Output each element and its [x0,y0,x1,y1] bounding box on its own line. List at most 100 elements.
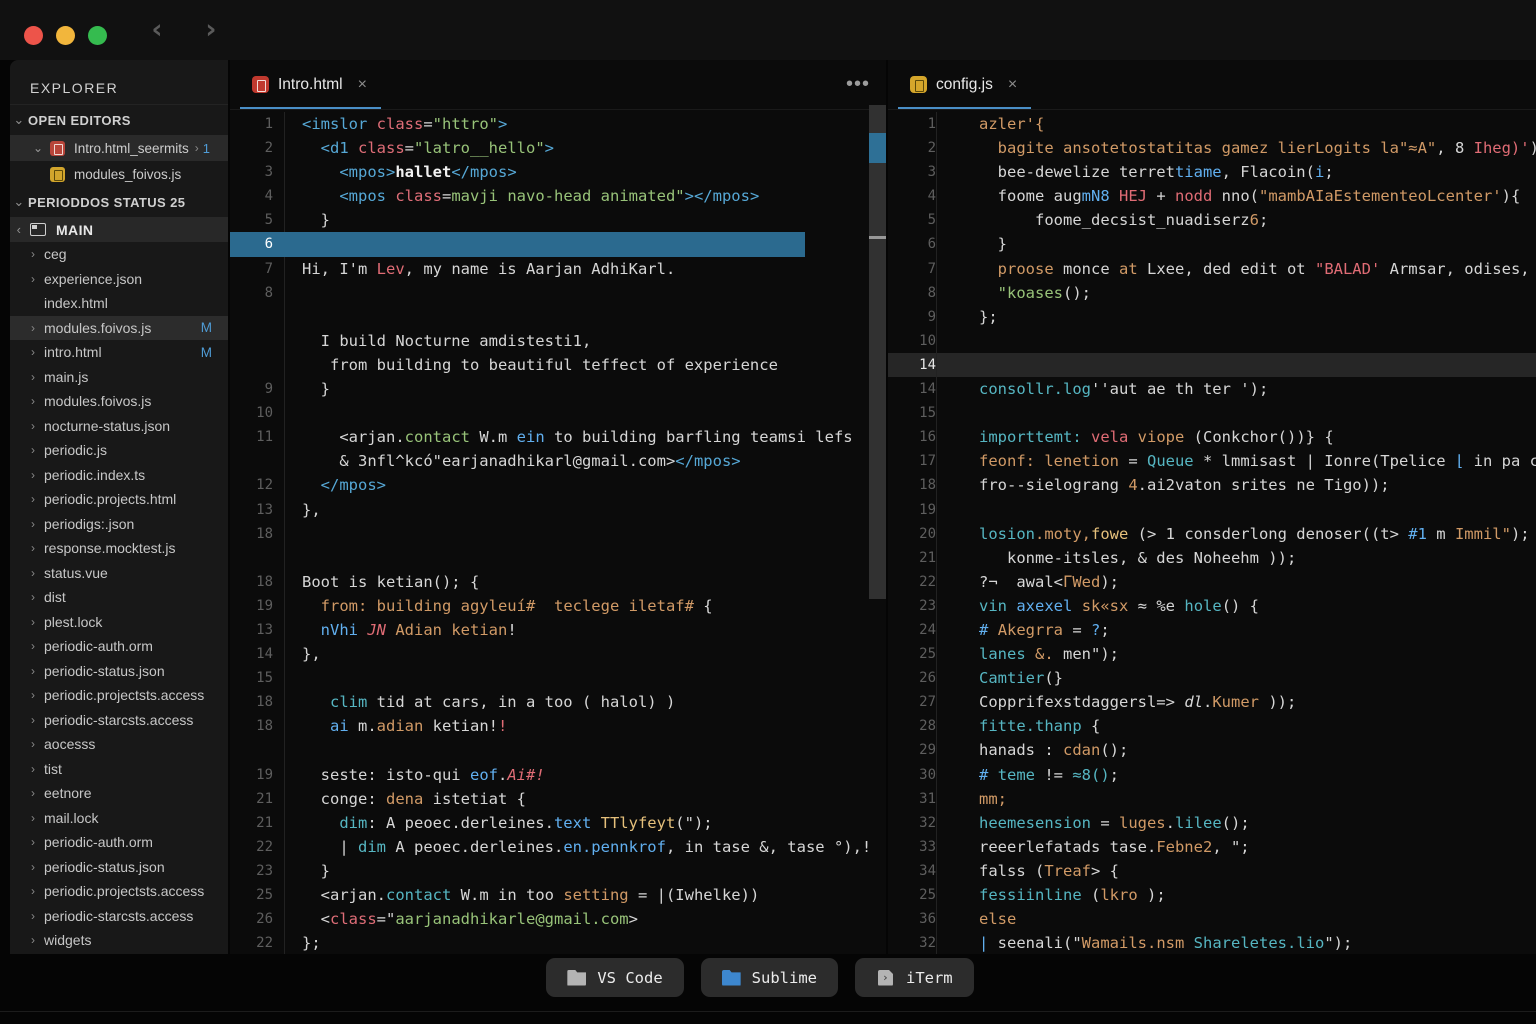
code-line[interactable]: 9 } [230,377,886,401]
file-tree-item[interactable]: ›periodic.index.ts [10,463,228,488]
file-tree-item[interactable]: ›modules.foivos.js [10,389,228,414]
file-tree-item[interactable]: ›mail.lock [10,806,228,831]
code-line[interactable]: 21 conge: dena istetiat { [230,787,886,811]
file-tree-item[interactable]: ›periodic-status.json [10,659,228,684]
code-line[interactable]: 31mm; [888,787,1536,811]
file-tree-item[interactable]: ›periodic-status.json [10,855,228,880]
minimize-window-button[interactable] [56,26,75,45]
code-line[interactable]: 7 proose monce at Lxee, ded edit ot "BAL… [888,257,1536,281]
code-line[interactable]: 4 foome augmN8 HEJ + nodd nno("mambAIaEs… [888,184,1536,208]
code-line[interactable]: 6 } [888,232,1536,256]
file-tree-item[interactable]: ›intro.htmlM [10,340,228,365]
code-line[interactable]: 13 nVhi JN Adian ketian! [230,618,886,642]
file-tree-item[interactable]: ›periodic-starcsts.access [10,904,228,929]
code-line[interactable]: 32| seenali("Wamails.nsm Shareletes.lio"… [888,931,1536,954]
code-line[interactable]: 21 konme-itsles, & des Noheehm )); [888,546,1536,570]
code-line[interactable]: 22 | dim A peoec.derleines.en.pennkrof, … [230,835,886,859]
code-line[interactable]: 14}, [230,642,886,666]
code-line[interactable]: 16importtemt: vela viope (Conkchor())} { [888,425,1536,449]
code-line[interactable]: 18 ai m.adian ketian!! [230,714,886,738]
code-line[interactable]: 26 <class="aarjanadhikarle@gmail.com> [230,907,886,931]
code-line[interactable]: 15 [888,401,1536,425]
code-line[interactable]: 32heemesension = luges.lilee(); [888,811,1536,835]
open-editors-header[interactable]: ⌄ OPEN EDITORS [10,105,228,135]
code-line[interactable]: I build Nocturne amdistesti1, [230,329,886,353]
code-line[interactable]: 28fitte.thanp { [888,714,1536,738]
file-tree-item[interactable]: ›ceg [10,242,228,267]
code-line[interactable]: 3 <mpos>hallet</mpos> [230,160,886,184]
code-line[interactable]: 21 dim: A peoec.derleines.text TTlyfeyt(… [230,811,886,835]
dock-button-sublime[interactable]: Sublime [701,958,838,997]
dock-button-vs-code[interactable]: VS Code [546,958,683,997]
code-line[interactable]: 26Camtier(} [888,666,1536,690]
code-line[interactable]: 1azler'{ [888,112,1536,136]
file-tree-item[interactable]: ›periodic.projectsts.access [10,879,228,904]
code-line[interactable]: 33reeerlefatads tase.Febne2, "; [888,835,1536,859]
code-line[interactable]: 29hanads : cdan(); [888,738,1536,762]
code-line[interactable]: 18fro--sielograng 4.ai2vaton srites ne T… [888,473,1536,497]
file-tree-item[interactable]: ›tist [10,757,228,782]
code-line[interactable]: 30# teme != ≈8(); [888,763,1536,787]
open-editor-item[interactable]: modules_foivos.js [10,161,228,187]
file-tree-item[interactable]: ›periodic-starcsts.access [10,708,228,733]
code-line[interactable] [230,546,886,570]
file-tree-item[interactable]: ›status.vue [10,561,228,586]
maximize-window-button[interactable] [88,26,107,45]
code-line[interactable]: from building to beautiful teffect of ex… [230,353,886,377]
file-tree-item[interactable]: ›response.mocktest.js [10,536,228,561]
section-main[interactable]: ‹ MAIN [10,217,228,242]
file-tree-item[interactable]: ›modules.foivos.jsM [10,316,228,341]
file-tree-item[interactable]: ›dist [10,585,228,610]
file-tree-item[interactable]: ›nocturne-status.json [10,414,228,439]
open-editor-item[interactable]: ⌄Intro.html_seermits›1 [10,135,228,161]
file-tree-item[interactable]: ›widgets [10,928,228,953]
scrollbar[interactable] [869,105,886,599]
file-tree-item[interactable]: ›eetnore [10,781,228,806]
code-line[interactable]: 4 <mpos class=mavji navo-head animated">… [230,184,886,208]
code-line[interactable]: 1<imslor class="httro"> [230,112,886,136]
code-line[interactable]: 8 [230,281,886,305]
more-actions-icon[interactable]: ••• [846,73,870,96]
code-line[interactable]: 17feonf: lenetion = Queue * lmmisast | I… [888,449,1536,473]
code-line[interactable]: 19 from: building agyleuí# teclege ileta… [230,594,886,618]
code-line[interactable]: 18Boot is ketian(); { [230,570,886,594]
code-line[interactable]: 12 </mpos> [230,473,886,497]
code-line[interactable]: 22?¬ awal<ΓWed); [888,570,1536,594]
section-periodos-status[interactable]: ⌄ PERIODDOS STATUS 25 [10,187,228,217]
code-line[interactable]: 25lanes &. men"); [888,642,1536,666]
code-line[interactable] [230,738,886,762]
code-line[interactable]: 20losion.moty,fowe (> 1 consderlong deno… [888,522,1536,546]
code-line[interactable]: 24# Akegrra = ?; [888,618,1536,642]
code-line[interactable]: 19 [888,498,1536,522]
back-icon[interactable]: ‹ [144,14,170,46]
file-tree-item[interactable]: ›periodic.projects.html [10,487,228,512]
close-window-button[interactable] [24,26,43,45]
code-line[interactable]: 2 bagite ansotetostatitas gamez lierLogi… [888,136,1536,160]
code-line[interactable]: 11 <arjan.contact W.m ein to building ba… [230,425,886,449]
code-line[interactable]: 2 <d1 class="latro__hello"> [230,136,886,160]
code-line[interactable]: 9}; [888,305,1536,329]
code-line[interactable]: 15 [230,666,886,690]
code-line[interactable]: 10 [230,401,886,425]
code-line[interactable]: 34falss (Treaf> { [888,859,1536,883]
code-line[interactable]: 13}, [230,498,886,522]
code-line[interactable]: 14 [888,353,1536,377]
file-tree-item[interactable]: ›experience.json [10,267,228,292]
code-line[interactable]: 7Hi, I'm Lev, my name is Aarjan AdhiKarl… [230,257,886,281]
file-tree-item[interactable]: ›periodigs:.json [10,512,228,537]
code-line[interactable]: & 3nfl^kcó"earjanadhikarl@gmail.com></mp… [230,449,886,473]
code-line[interactable]: 5 foome_decsist_nuadiserz6; [888,208,1536,232]
close-icon[interactable]: × [358,76,367,94]
code-line[interactable] [230,305,886,329]
code-line[interactable]: 18 [230,522,886,546]
code-line[interactable]: 6 [230,232,805,256]
code-line[interactable]: 3 bee-dewelize terrettiame, Flacoin(i; [888,160,1536,184]
code-line[interactable]: 8 "koases(); [888,281,1536,305]
code-line[interactable]: 25fessiinline (lkro ); [888,883,1536,907]
code-line[interactable]: 25 <arjan.contact W.m in too setting = |… [230,883,886,907]
code-line[interactable]: 23vin axexel sk«sx ≈ %e hole() { [888,594,1536,618]
file-tree-item[interactable]: ›periodic-auth.orm [10,634,228,659]
code-line[interactable]: 14consollr.log''aut ae th ter '); [888,377,1536,401]
file-tree-item[interactable]: ›main.js [10,365,228,390]
tab-config-js[interactable]: config.js × [898,60,1031,109]
